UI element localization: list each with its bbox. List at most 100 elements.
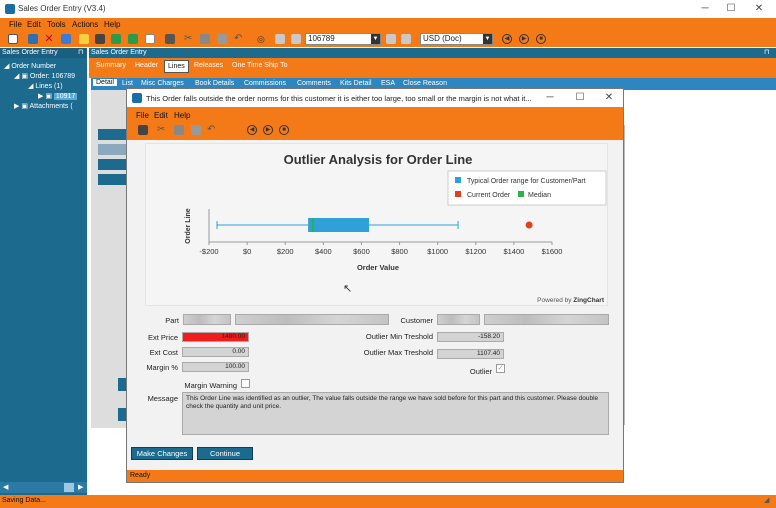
forward-icon[interactable]: ▶ [519,34,529,44]
subtab-commissions[interactable]: Commissions [244,80,286,87]
prev-record-icon[interactable] [291,34,301,44]
dialog-cut-icon[interactable]: ✂ [157,125,167,135]
ext-price-field[interactable]: 1480.00 [182,332,249,342]
dialog-maximize-icon[interactable]: ☐ [573,91,587,105]
dialog-status-bar: Ready [127,470,623,482]
dialog-wand-icon[interactable] [138,125,148,135]
cut-icon[interactable]: ✂ [184,34,194,44]
back-icon[interactable]: ◀ [502,34,512,44]
scroll-right-icon[interactable]: ▶ [78,483,83,491]
minimize-icon[interactable]: ─ [698,2,712,16]
menu-help[interactable]: Help [104,20,120,29]
next-record-icon[interactable] [386,34,396,44]
dialog-minimize-icon[interactable]: ─ [543,91,557,105]
tab-summary[interactable]: Summary [96,62,126,69]
legend-current-label: Current Order [467,192,511,199]
margin-field[interactable]: 100.00 [182,362,249,372]
tree-horizontal-scrollbar[interactable]: ◀ ▶ [0,482,87,493]
boxplot-series [216,218,533,232]
maximize-icon[interactable]: ☐ [724,2,738,16]
dialog-menu-help[interactable]: Help [174,111,190,120]
outlier-min-field[interactable]: -158.20 [437,332,504,342]
toolbar: ✕ ✂ ↶ ◎ 106789 ▼ USD (Doc) ▼ ◀ ▶ ■ [0,31,776,47]
tree-node-attachments[interactable]: ▶ ▣ Attachments ( [14,102,73,110]
outlier-chart: Outlier Analysis for Order Line Typical … [145,143,608,306]
chevron-down-icon: ▼ [483,34,492,44]
dialog-menu-edit[interactable]: Edit [154,111,168,120]
dialog-title: This Order falls outside the order norms… [146,94,532,103]
menu-file[interactable]: File [9,20,22,29]
close-icon[interactable]: ✕ [752,2,766,16]
menu-actions[interactable]: Actions [72,20,98,29]
subtab-esa[interactable]: ESA [381,80,395,87]
tree-node-order-number[interactable]: ◢ Order Number [4,62,56,70]
open-icon[interactable] [61,34,71,44]
copy-icon[interactable] [111,34,121,44]
subtab-comments[interactable]: Comments [297,80,331,87]
x-axis-label: Order Value [357,263,399,272]
subtab-detail[interactable]: Detail [93,79,117,86]
new-icon[interactable] [8,34,18,44]
refresh-icon[interactable] [128,34,138,44]
message-textarea[interactable]: This Order Line was identified as an out… [182,392,609,435]
subtab-misc-charges[interactable]: Misc Charges [141,80,184,87]
delete-icon[interactable]: ✕ [44,34,54,45]
subtab-kits-detail[interactable]: Kits Detail [340,80,372,87]
folder-icon[interactable] [79,34,89,44]
tab-lines[interactable]: Lines [164,60,189,73]
copy2-icon[interactable] [200,34,210,44]
scroll-left-icon[interactable]: ◀ [3,483,8,491]
ext-cost-field[interactable]: 0.00 [182,347,249,357]
resize-grip-icon: ◢ [764,497,770,504]
paste-icon[interactable] [217,34,227,44]
dialog-copy-icon[interactable] [174,125,184,135]
menu-edit[interactable]: Edit [27,20,41,29]
continue-button[interactable]: Continue [197,447,253,460]
undo-icon[interactable]: ↶ [234,34,244,44]
menu-tools[interactable]: Tools [47,20,66,29]
scroll-thumb[interactable] [64,483,74,492]
message-label: Message [147,394,178,403]
tree-panel-header: Sales Order Entry [0,48,87,58]
stop-icon[interactable]: ■ [536,34,546,44]
margin-warning-checkbox[interactable] [241,379,250,388]
main-pin-icon[interactable]: ⊓ [764,48,769,56]
tree-node-lines[interactable]: ◢ Lines (1) [28,82,63,90]
last-record-icon[interactable] [401,34,411,44]
part-description-field[interactable] [235,314,389,325]
tab-header[interactable]: Header [135,62,158,69]
pin-icon[interactable]: ⊓ [78,48,83,56]
tab-one-time-ship-to[interactable]: One Time Ship To [232,62,288,69]
eraser-icon[interactable] [145,34,155,44]
wand-icon[interactable] [95,34,105,44]
first-record-icon[interactable] [275,34,285,44]
subtab-list[interactable]: List [122,80,133,87]
save-icon[interactable] [28,34,38,44]
customer-name-field[interactable] [484,314,609,325]
dialog-close-icon[interactable]: ✕ [602,91,616,105]
currency-select[interactable]: USD (Doc) ▼ [420,33,493,45]
dialog-stop-icon[interactable]: ■ [279,125,289,135]
tab-releases[interactable]: Releases [194,62,223,69]
customer-id-field[interactable] [437,314,480,325]
tree-node-line[interactable]: ▶ ▣ 10917 [38,92,78,100]
margin-warning-label: Margin Warning [184,381,237,390]
dialog-paste-icon[interactable] [191,125,201,135]
order-number-select[interactable]: 106789 ▼ [305,33,381,45]
print-icon[interactable] [165,34,175,44]
tree-node-order[interactable]: ◢ ▣ Order: 106789 [14,72,75,80]
window-titlebar: Sales Order Entry (V3.4) ─ ☐ ✕ [0,0,776,18]
dialog-back-icon[interactable]: ◀ [247,125,257,135]
part-number-field[interactable] [183,314,231,325]
dialog-forward-icon[interactable]: ▶ [263,125,273,135]
outlier-max-field[interactable]: 1107.40 [437,349,504,359]
subtab-book-details[interactable]: Book Details [195,80,234,87]
dialog-menu-file[interactable]: File [136,111,149,120]
legend-median-label: Median [528,192,551,199]
x-tick-label: $1200 [465,247,486,256]
outlier-checkbox[interactable]: ✓ [496,364,505,373]
binoculars-icon[interactable]: ◎ [257,34,267,44]
dialog-undo-icon[interactable]: ↶ [207,125,217,135]
make-changes-button[interactable]: Make Changes [131,447,193,460]
subtab-close-reason[interactable]: Close Reason [403,80,447,87]
